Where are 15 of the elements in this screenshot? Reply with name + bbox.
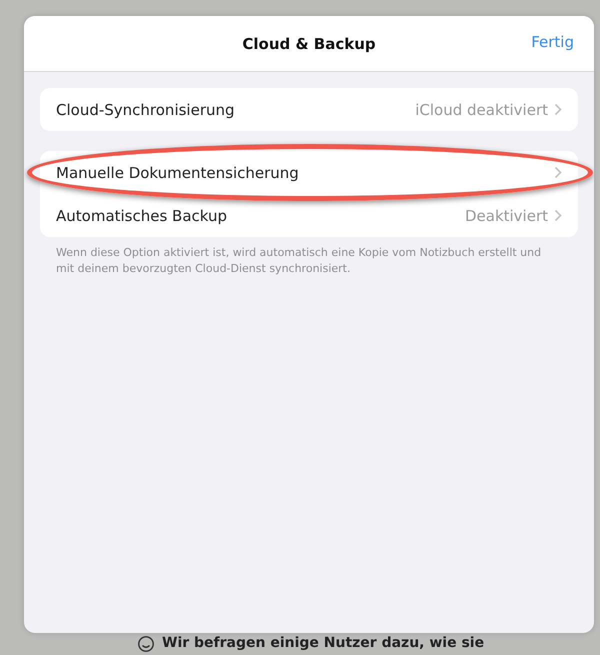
sheet-title: Cloud & Backup	[242, 34, 376, 52]
footer-note: Wenn diese Option aktiviert ist, wird automatisch eine Kopie vom Notizbuch erstellt und mit deinem bevorzugten Cloud-Dienst synchronisiert.	[56, 245, 542, 277]
survey-text: Wir befragen einige Nutzer dazu, wie sie	[162, 635, 484, 652]
settings-row[interactable]: Cloud-Synchronisierung iCloud deaktiviert	[40, 88, 578, 131]
row-label: Cloud-Synchronisierung	[56, 100, 236, 118]
chevron-icon	[554, 209, 562, 222]
settings-row[interactable]: Automatisches Backup Deaktiviert	[40, 194, 578, 237]
row-label: Automatisches Backup	[56, 206, 228, 224]
chevron-icon	[554, 166, 562, 179]
row-label: Manuelle Dokumentensicherung	[56, 164, 300, 182]
settings-row[interactable]: Manuelle Dokumentensicherung	[40, 151, 578, 194]
row-value: Deaktiviert	[464, 206, 548, 224]
row-value: iCloud deaktiviert	[415, 100, 548, 118]
chevron-icon	[554, 103, 562, 116]
smiley-icon	[138, 636, 154, 652]
